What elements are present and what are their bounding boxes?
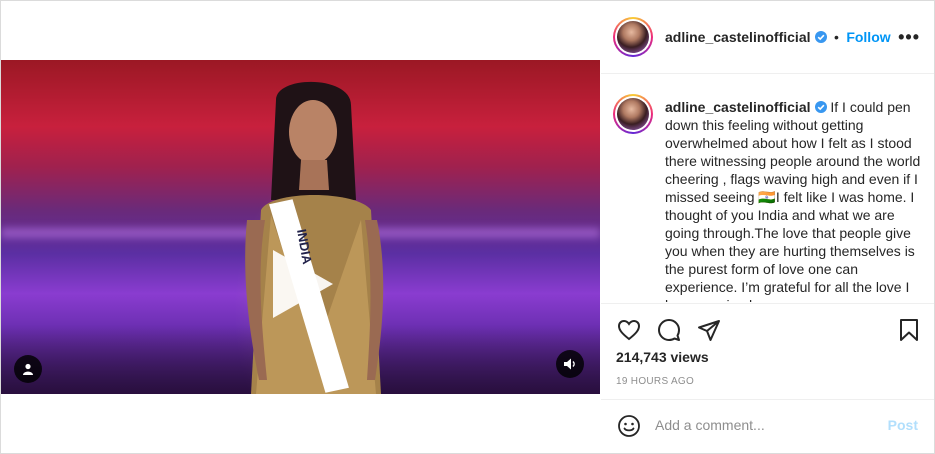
user-tag-button[interactable] (14, 355, 42, 383)
media-pane: INDIA (1, 1, 600, 453)
side-panel: adline_castelinofficial • Follow ••• adl… (601, 1, 934, 453)
caption-text: adline_castelinofficial If I could pen d… (665, 98, 927, 302)
like-heart-icon[interactable] (617, 318, 641, 342)
contestant-figure: INDIA (245, 81, 384, 394)
comment-bar: Add a comment... Post (601, 399, 934, 454)
comment-bubble-icon[interactable] (657, 318, 681, 342)
play-icon[interactable] (273, 250, 333, 318)
header-separator: • (833, 29, 839, 45)
comment-input[interactable]: Add a comment... (655, 417, 765, 433)
post-comment-button[interactable]: Post (888, 417, 918, 433)
post-header: adline_castelinofficial • Follow ••• (601, 1, 934, 74)
header-identity: adline_castelinofficial • Follow (665, 29, 891, 47)
emoji-smiley-icon[interactable] (617, 414, 641, 438)
post-timestamp[interactable]: 19 HOURS AGO (616, 376, 694, 387)
action-bar: 214,743 views 19 HOURS AGO (601, 303, 934, 400)
caption-area: adline_castelinofficial If I could pen d… (601, 74, 934, 302)
video-player[interactable]: INDIA (1, 60, 600, 394)
caption-body-part2: I felt like I was home. I thought of you… (665, 189, 915, 302)
avatar[interactable] (613, 17, 653, 57)
audio-toggle-button[interactable] (556, 350, 584, 378)
caption-avatar-image (617, 98, 649, 130)
post-container: INDIA adline_castelinofficial • Follow •… (0, 0, 935, 454)
caption-verified-badge-icon (814, 101, 827, 113)
header-username[interactable]: adline_castelinofficial (665, 29, 811, 45)
save-bookmark-icon[interactable] (897, 318, 921, 342)
share-send-icon[interactable] (697, 318, 721, 342)
user-tag-icon (23, 363, 33, 375)
follow-button[interactable]: Follow (846, 29, 890, 45)
more-options-icon[interactable]: ••• (898, 27, 920, 48)
verified-badge-icon (814, 31, 827, 43)
caption-username[interactable]: adline_castelinofficial (665, 99, 811, 115)
india-flag-emoji: 🇮🇳 (758, 189, 776, 205)
view-count[interactable]: 214,743 views (616, 349, 709, 365)
caption-avatar[interactable] (613, 94, 653, 134)
speaker-icon (564, 358, 575, 370)
avatar-image (617, 21, 649, 53)
